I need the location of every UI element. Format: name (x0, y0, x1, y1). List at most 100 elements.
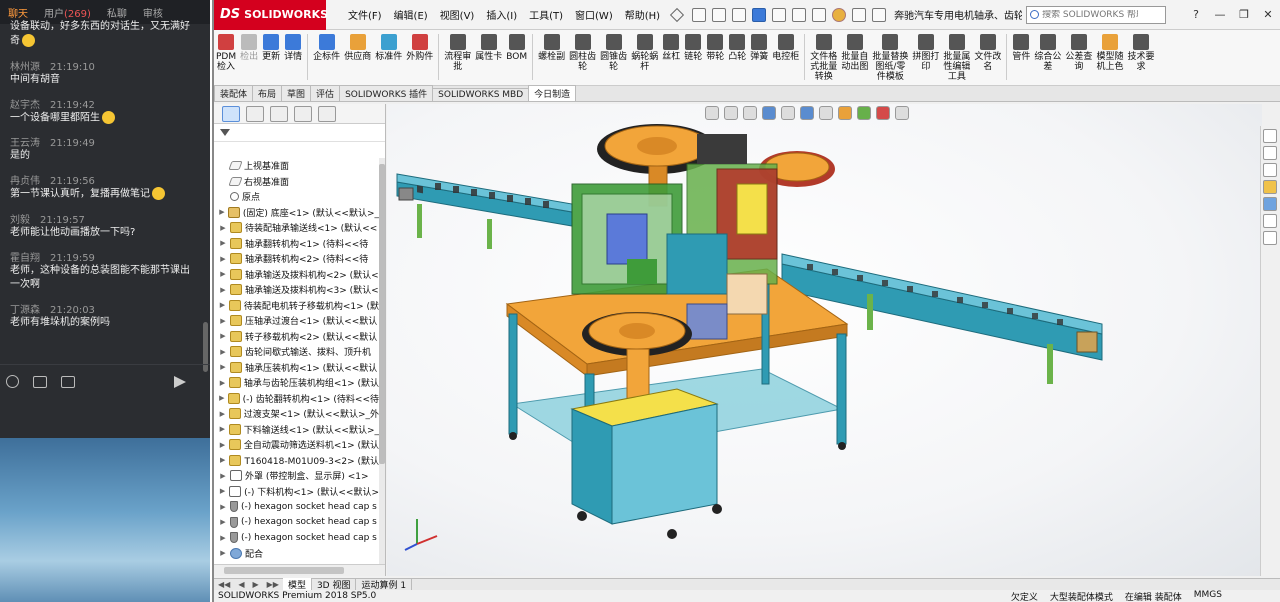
ribbon-button[interactable]: 企标件 (311, 34, 342, 62)
expand-arrow-icon[interactable]: ▶ (218, 270, 228, 278)
ribbon-button[interactable]: 标准件 (373, 34, 404, 62)
menu-item[interactable]: 窗口(W) (569, 7, 619, 22)
view-settings-icon[interactable] (895, 106, 909, 120)
expand-arrow-icon[interactable]: ▶ (218, 425, 227, 433)
tree-hscroll-thumb[interactable] (224, 567, 344, 574)
ribbon-button[interactable]: 供应商 (342, 34, 373, 62)
chat-username[interactable]: 王云涛 (10, 138, 40, 149)
file-explorer-icon[interactable] (1263, 163, 1277, 177)
restore-button[interactable]: ❐ (1232, 8, 1256, 21)
command-tab[interactable]: SOLIDWORKS MBD (432, 88, 530, 101)
expand-arrow-icon[interactable]: ▶ (218, 208, 226, 216)
status-item[interactable]: MMGS (1194, 590, 1222, 602)
image-icon[interactable] (33, 375, 47, 388)
chat-username[interactable]: 赵宇杰 (10, 100, 40, 111)
emoji-icon[interactable] (6, 375, 19, 388)
ribbon-button[interactable]: 弹簧 (748, 34, 770, 62)
screenshot-icon[interactable] (61, 375, 75, 388)
chat-username[interactable]: 冉贞伟 (10, 176, 40, 187)
configuration-manager-tab-icon[interactable] (270, 105, 288, 122)
dimxpert-tab-icon[interactable] (294, 105, 312, 122)
command-tab[interactable]: 布局 (252, 85, 283, 101)
expand-arrow-icon[interactable]: ▶ (218, 487, 227, 495)
tree-node[interactable]: ▶ 下料输送线<1> (默认<<默认>_ (214, 422, 379, 438)
tree-node[interactable]: 右视基准面 (214, 174, 379, 190)
ribbon-button[interactable]: 凸轮 (726, 34, 748, 62)
graphics-viewport[interactable] (387, 104, 1262, 576)
menu-item[interactable]: 编辑(E) (388, 7, 434, 22)
expand-arrow-icon[interactable]: ▶ (218, 441, 227, 449)
expand-arrow-icon[interactable]: ▶ (218, 317, 228, 325)
nav-last-icon[interactable]: ▶▶ (263, 580, 283, 589)
ribbon-button[interactable]: 圆柱齿 轮 (567, 34, 598, 72)
tree-node[interactable]: ▶ 转子移载机构<2> (默认<<默认 (214, 329, 379, 345)
home-icon[interactable] (692, 7, 707, 22)
ribbon-button[interactable]: 综合公 差 (1032, 34, 1063, 72)
menu-item[interactable]: 视图(V) (434, 7, 481, 22)
tree-node[interactable]: ▶ (-) hexagon socket head cap s (214, 515, 379, 531)
expand-arrow-icon[interactable]: ▶ (218, 472, 228, 480)
help-search[interactable] (1026, 5, 1167, 24)
ribbon-button[interactable]: 带轮 (704, 34, 726, 62)
chat-input-area[interactable] (0, 398, 210, 438)
tree-node[interactable]: ▶ (-) 齿轮翻转机构<1> (待料<<待 (214, 391, 379, 407)
tree-node[interactable]: ▶ 压轴承过渡台<1> (默认<<默认 (214, 313, 379, 329)
display-style-icon[interactable] (819, 106, 833, 120)
ribbon-button[interactable]: 管件 (1010, 34, 1032, 62)
tree-node[interactable]: ▶ 轴承输送及拨料机构<2> (默认< (214, 267, 379, 283)
tree-node[interactable]: ▶ (-) hexagon socket head cap s (214, 530, 379, 546)
expand-arrow-icon[interactable]: ▶ (218, 518, 228, 526)
nav-first-icon[interactable]: ◀◀ (214, 580, 234, 589)
expand-arrow-icon[interactable]: ▶ (218, 549, 228, 557)
expand-arrow-icon[interactable]: ▶ (218, 456, 227, 464)
tree-node[interactable]: ▶ (-) hexagon socket head cap s (214, 499, 379, 515)
ribbon-button[interactable]: 拼图打 印 (910, 34, 941, 72)
ribbon-button[interactable]: 丝杠 (660, 34, 682, 62)
tree-node[interactable]: ▶ 轴承翻转机构<1> (待料<<待 (214, 236, 379, 252)
ribbon-button[interactable]: 文件格 式批量 转换 (808, 34, 839, 82)
options-gear-icon[interactable] (872, 7, 887, 22)
tree-vertical-scrollbar[interactable] (379, 158, 385, 564)
tree-node[interactable]: ▶ 轴承与齿轮压装机构组<1> (默认 (214, 375, 379, 391)
ribbon-button[interactable]: 流程审 批 (442, 34, 473, 72)
chat-username[interactable]: 刘毅 (10, 215, 30, 226)
ribbon-button[interactable]: 模型随 机上色 (1094, 34, 1125, 72)
tree-node[interactable]: ▶ 过渡支架<1> (默认<<默认>_外 (214, 406, 379, 422)
ribbon-button[interactable]: 批量自 动出图 (839, 34, 870, 72)
ribbon-button[interactable]: 圆锥齿 轮 (598, 34, 629, 72)
ribbon-button[interactable]: BOM (504, 34, 529, 62)
scene-icon[interactable] (876, 106, 890, 120)
solidworks-resources-icon[interactable] (1263, 129, 1277, 143)
expand-arrow-icon[interactable]: ▶ (218, 224, 228, 232)
tree-filter[interactable] (214, 124, 385, 142)
menu-item[interactable]: 工具(T) (523, 7, 569, 22)
tree-node[interactable]: ▶ 待装配电机转子移载机构<1> (默 (214, 298, 379, 314)
ribbon-button[interactable]: 批量属 性编辑 工具 (941, 34, 972, 82)
expand-arrow-icon[interactable]: ▶ (218, 239, 228, 247)
expand-arrow-icon[interactable]: ▶ (218, 348, 228, 356)
tree-node[interactable]: ▶ 齿轮间歇式输送、拨料、顶升机 (214, 344, 379, 360)
tree-node[interactable]: ▶ 外罩 (带控制盒、显示屏) <1> (214, 468, 379, 484)
ribbon-button[interactable]: 技术要 求 (1125, 34, 1156, 72)
expand-arrow-icon[interactable]: ▶ (218, 286, 228, 294)
ribbon-button[interactable]: 更新 (260, 34, 282, 62)
ribbon-button[interactable]: 批量替换 图纸/零 件模板 (870, 34, 910, 82)
menu-item[interactable]: 文件(F) (342, 7, 388, 22)
command-tab[interactable]: 评估 (310, 85, 341, 101)
tree-node[interactable]: 原点 (214, 189, 379, 205)
property-manager-tab-icon[interactable] (246, 105, 264, 122)
feature-manager-tab-icon[interactable] (222, 105, 240, 122)
tree-node[interactable]: ▶ 待装配轴承输送线<1> (默认<< (214, 220, 379, 236)
forum-icon[interactable] (1263, 231, 1277, 245)
view-palette-icon[interactable] (1263, 180, 1277, 194)
ribbon-button[interactable]: 螺栓副 (536, 34, 567, 62)
appearance-icon[interactable] (857, 106, 871, 120)
ribbon-button[interactable]: 外购件 (404, 34, 435, 62)
ribbon-button[interactable]: 检出 (238, 34, 260, 62)
tree-node[interactable]: ▶ 全自动震动筛选送料机<1> (默认 (214, 437, 379, 453)
print-icon[interactable] (772, 7, 787, 22)
ribbon-button[interactable]: 电控柜 (770, 34, 801, 62)
ribbon-button[interactable]: 链轮 (682, 34, 704, 62)
file-properties-icon[interactable] (852, 7, 867, 22)
command-tab[interactable]: 装配体 (214, 85, 254, 101)
